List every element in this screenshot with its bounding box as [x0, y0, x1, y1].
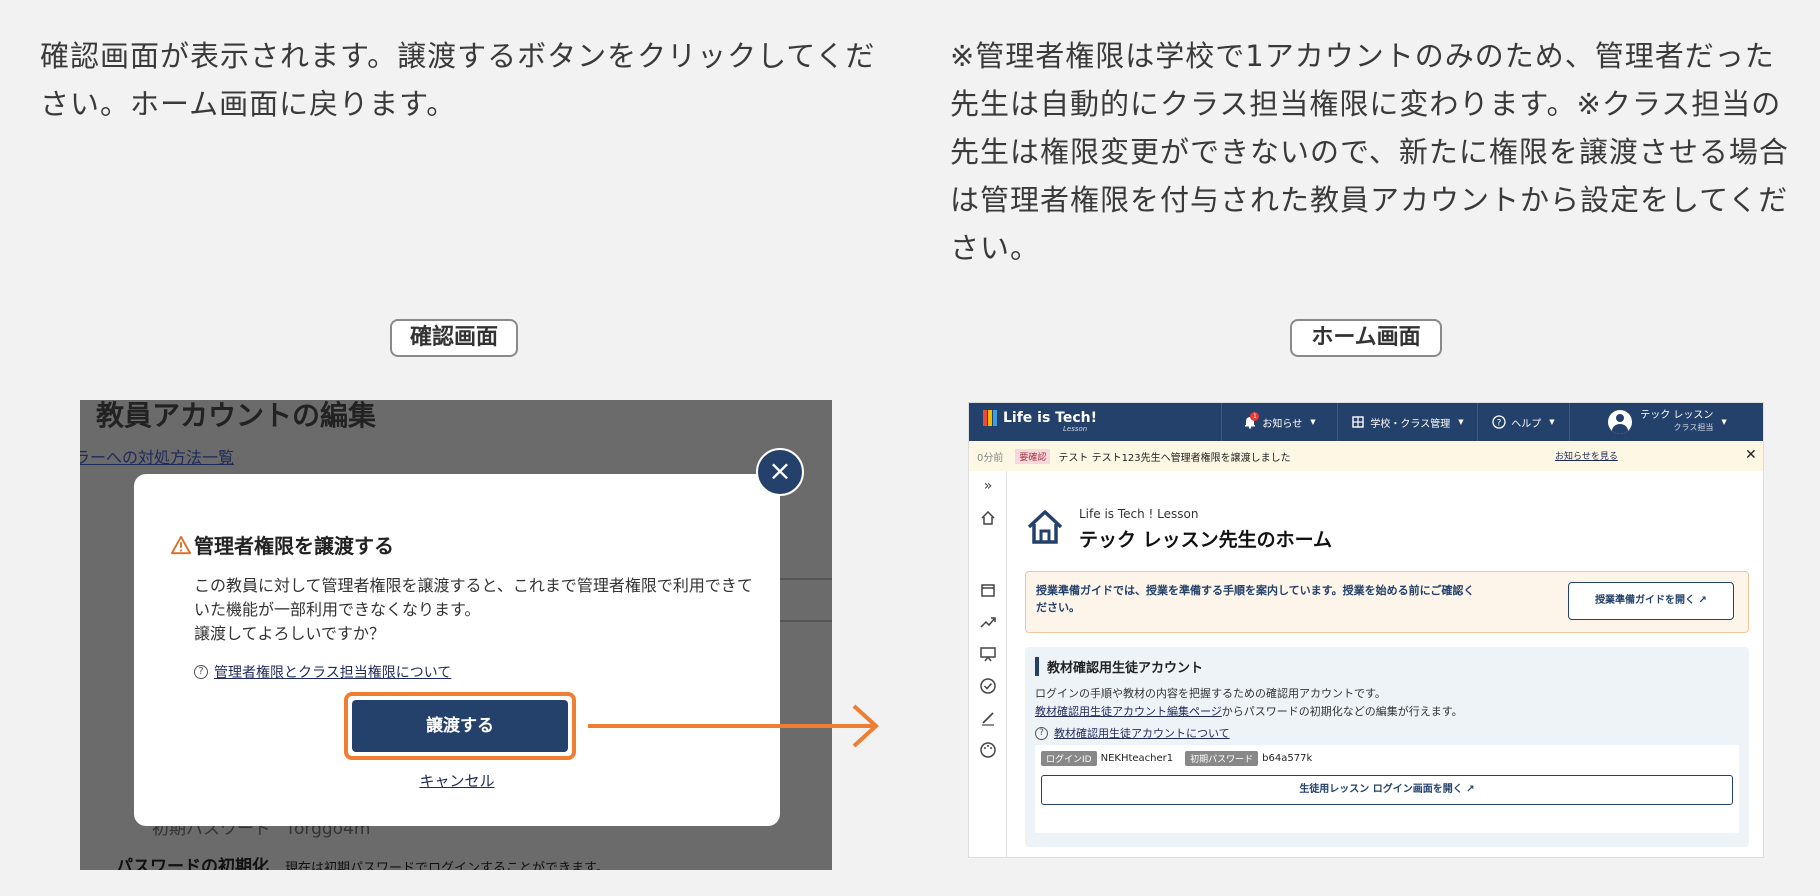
question-icon: ? — [1035, 726, 1048, 740]
notification-badge: 1 — [1250, 412, 1260, 421]
user-name: テック レッスン クラス担当 — [1640, 410, 1714, 432]
login-id-value: NEKHteacher1 — [1100, 753, 1174, 764]
bell-icon: 1 — [1243, 412, 1260, 429]
guide-text: 授業準備ガイドでは、授業を準備する手順を案内しています。授業を始める前にご確認く… — [1036, 584, 1475, 614]
palette-icon[interactable] — [979, 741, 997, 759]
password-value: b64a577k — [1262, 753, 1313, 764]
close-icon[interactable]: ✕ — [1745, 447, 1757, 463]
nav-user-menu[interactable]: テック レッスン クラス担当 ▼ — [1569, 403, 1763, 441]
card-description: ログインの手順や教材の内容を把握するための確認用アカウントです。 — [1035, 687, 1386, 700]
notice-tag: 要確認 — [1015, 448, 1051, 464]
bg-reset-title: パスワードの初期化 現在は初期パスワードでログインすることができます。 — [116, 852, 609, 870]
notice-time: 0分前 — [977, 452, 1004, 464]
presentation-icon[interactable] — [979, 645, 997, 663]
card-edit-line: 教材確認用生徒アカウント編集ページからパスワードの初期化などの編集が行えます。 — [1035, 705, 1463, 718]
open-guide-button[interactable]: 授業準備ガイドを開く ↗ — [1568, 582, 1734, 620]
home-screenshot: Life is Tech! Lesson 1 お知らせ ▼ 学校・クラス管理 ▼ ?… — [968, 402, 1764, 858]
label-confirm-screen: 確認画面 — [390, 319, 518, 357]
label-home-screen: ホーム画面 — [1290, 319, 1442, 357]
header-subtitle: Life is Tech ! Lesson — [1079, 507, 1199, 521]
caret-down-icon: ▼ — [1310, 418, 1316, 426]
nav-school-management[interactable]: 学校・クラス管理 ▼ — [1337, 403, 1477, 441]
edit-page-link[interactable]: 教材確認用生徒アカウント編集ページ — [1035, 705, 1222, 718]
arrow-right-icon — [588, 704, 879, 748]
logo-icon — [983, 410, 997, 426]
external-link-icon: ↗ — [1466, 784, 1475, 795]
transfer-highlight: 譲渡する — [344, 692, 576, 760]
password-label: 初期パスワード — [1185, 751, 1259, 766]
login-id-label: ログインID — [1041, 751, 1097, 766]
caret-down-icon: ▼ — [1721, 418, 1727, 426]
instruction-right: ※管理者権限は学校で1アカウントのみのため、管理者だった先生は自動的にクラス担当… — [950, 39, 1789, 265]
modal-title: 管理者権限を譲渡する — [170, 530, 394, 559]
svg-text:?: ? — [1497, 419, 1502, 429]
sidebar: » — [969, 471, 1007, 857]
modal-body: この教員に対して管理者権限を譲渡すると、これまで管理者権限で利用できていた機能が… — [194, 576, 753, 643]
external-link-icon: ↗ — [1698, 595, 1707, 606]
transfer-modal: 管理者権限を譲渡する この教員に対して管理者権限を譲渡すると、これまで管理者権限… — [134, 474, 780, 826]
transfer-button[interactable]: 譲渡する — [352, 700, 568, 752]
open-login-button[interactable]: 生徒用レッスン ログイン画面を開く ↗ — [1041, 775, 1733, 805]
confirm-screenshot: 教員アカウントの編集 ラーへの対処方法一覧 初期パスワード forggo4m パ… — [80, 400, 832, 870]
check-circle-icon[interactable] — [979, 677, 997, 695]
logo[interactable]: Life is Tech! — [983, 410, 1097, 426]
guide-banner: 授業準備ガイドでは、授業を準備する手順を案内しています。授業を始める前にご確認く… — [1025, 571, 1749, 633]
bg-page-title: 教員アカウントの編集 — [96, 400, 377, 432]
credentials-row: ログインID NEKHteacher1 初期パスワード b64a577k — [1041, 751, 1324, 766]
pencil-icon[interactable] — [979, 709, 997, 727]
help-icon: ? — [1492, 415, 1506, 429]
card-title: 教材確認用生徒アカウント — [1035, 657, 1203, 676]
notice-bar: 0分前 要確認 テスト テスト123先生へ管理者権限を譲渡しました お知らせを見… — [969, 441, 1763, 471]
caret-down-icon: ▼ — [1549, 418, 1555, 426]
bg-error-link[interactable]: ラーへの対処方法一覧 — [80, 444, 234, 468]
modal-help-link[interactable]: ? 管理者権限とクラス担当権限について — [194, 662, 451, 682]
warning-icon — [171, 535, 191, 554]
avatar — [1608, 410, 1633, 434]
notice-more-link[interactable]: お知らせを見る — [1555, 449, 1618, 462]
card-help-link[interactable]: ? 教材確認用生徒アカウントについて — [1035, 725, 1230, 741]
home-icon — [1027, 510, 1063, 544]
caret-down-icon: ▼ — [1458, 418, 1464, 426]
question-icon: ? — [194, 665, 208, 679]
sidebar-home-icon[interactable] — [979, 509, 997, 527]
credentials-box: ログインID NEKHteacher1 初期パスワード b64a577k 生徒用… — [1035, 745, 1739, 833]
logo-sub: Lesson — [1063, 425, 1088, 433]
nav-notifications[interactable]: 1 お知らせ ▼ — [1221, 403, 1337, 441]
cancel-link[interactable]: キャンセル — [134, 770, 780, 791]
student-account-card: 教材確認用生徒アカウント ログインの手順や教材の内容を把握するための確認用アカウ… — [1025, 647, 1749, 847]
page-title: テック レッスン先生のホーム — [1079, 529, 1333, 551]
building-icon — [1351, 415, 1365, 429]
bg-reset-note: 現在は初期パスワードでログインすることができます。 — [285, 861, 609, 870]
instruction-left: 確認画面が表示されます。譲渡するボタンをクリックしてください。ホーム画面に戻りま… — [40, 39, 876, 121]
close-icon[interactable]: × — [756, 448, 804, 496]
expand-icon[interactable]: » — [979, 477, 997, 495]
notice-message: テスト テスト123先生へ管理者権限を譲渡しました — [1058, 452, 1291, 464]
trend-icon[interactable] — [979, 613, 997, 631]
top-bar: Life is Tech! Lesson 1 お知らせ ▼ 学校・クラス管理 ▼ ?… — [969, 403, 1763, 441]
calendar-icon[interactable] — [979, 581, 997, 599]
nav-help[interactable]: ? ヘルプ ▼ — [1477, 403, 1569, 441]
